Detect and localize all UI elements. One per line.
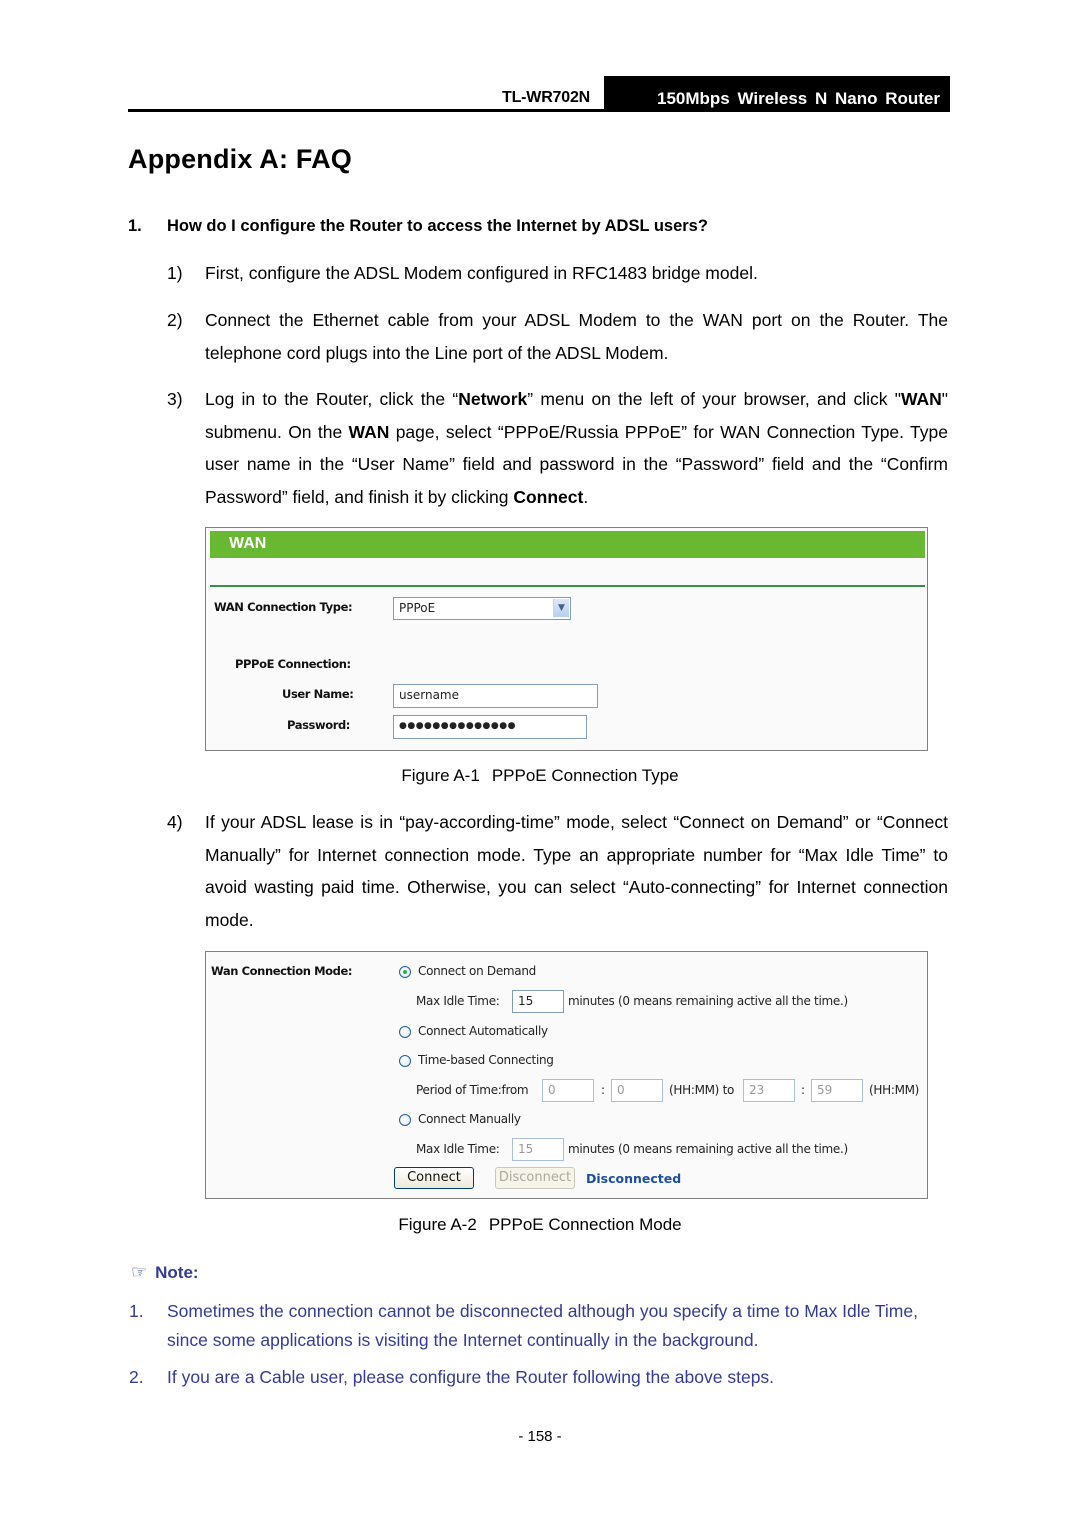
figure-wan-connection-type: WAN WAN Connection Type: PPPoE ▼ PPPoE C…	[205, 527, 928, 751]
page-title: Appendix A: FAQ	[128, 144, 352, 174]
step-text: Log in to the Router, click the “Network…	[205, 389, 948, 507]
network-menu-ref: Network	[458, 389, 528, 409]
max-idle-input-manual[interactable]: 15	[512, 1138, 564, 1161]
faq-question: 1. How do I configure the Router to acces…	[128, 217, 708, 236]
model-name: TL-WR702N	[502, 89, 590, 106]
caption-text: PPPoE Connection Type	[491, 766, 679, 785]
pppoe-connection-label: PPPoE Connection:	[235, 657, 351, 671]
radio-connect-manually[interactable]	[399, 1114, 411, 1126]
colon-sep: :	[801, 1083, 805, 1097]
wan-mode-label: Wan Connection Mode:	[211, 964, 353, 978]
step-number: 1)	[167, 263, 183, 283]
radio-connect-automatically[interactable]	[399, 1026, 411, 1038]
note-text: Sometimes the connection cannot be disco…	[167, 1301, 918, 1350]
option-connect-manually: Connect Manually	[418, 1112, 521, 1126]
figure-wan-connection-mode: Wan Connection Mode: Connect on Demand M…	[205, 951, 928, 1199]
wan-divider	[210, 585, 925, 587]
step-number: 4)	[167, 812, 183, 832]
max-idle-input-demand[interactable]: 15	[512, 990, 564, 1013]
wan-type-select[interactable]: PPPoE ▼	[393, 597, 571, 620]
step-text: First, configure the ADSL Modem configur…	[205, 263, 758, 283]
wan-type-label: WAN Connection Type:	[214, 600, 353, 614]
password-label: Password:	[287, 718, 350, 732]
wan-title-bar: WAN	[210, 531, 925, 558]
wan-submenu-ref: WAN	[900, 389, 942, 409]
step-3: 3) Log in to the Router, click the “Netw…	[167, 383, 948, 513]
caption-text: PPPoE Connection Mode	[488, 1215, 682, 1234]
header-rule	[128, 109, 950, 112]
note-label: Note:	[155, 1263, 199, 1282]
from-mm-input[interactable]: 0	[611, 1079, 663, 1102]
option-connect-automatically: Connect Automatically	[418, 1024, 548, 1038]
wan-title: WAN	[229, 535, 267, 552]
to-mm-input[interactable]: 59	[811, 1079, 863, 1102]
step-text: Connect the Ethernet cable from your ADS…	[205, 310, 948, 363]
figure-1-caption: Figure A-1 PPPoE Connection Type	[0, 766, 1080, 786]
minutes-hint-manual: minutes (0 means remaining active all th…	[568, 1142, 848, 1156]
step-4: 4) If your ADSL lease is in “pay-accordi…	[167, 806, 948, 936]
note-text: If you are a Cable user, please configur…	[167, 1367, 775, 1387]
note-number: 1.	[129, 1301, 144, 1321]
question-text: How do I configure the Router to access …	[167, 217, 708, 235]
wan-type-value: PPPoE	[399, 601, 436, 615]
connection-status: Disconnected	[586, 1171, 682, 1186]
hhmm-label: (HH:MM)	[869, 1083, 920, 1097]
question-number: 1.	[128, 217, 142, 235]
product-name: 150Mbps Wireless N Nano Router	[604, 76, 950, 112]
note-number: 2.	[129, 1367, 144, 1387]
password-input[interactable]: ●●●●●●●●●●●●●●	[393, 715, 587, 739]
step-text: If your ADSL lease is in “pay-according-…	[205, 812, 948, 930]
username-label: User Name:	[282, 687, 354, 701]
page-header: TL-WR702N 150Mbps Wireless N Nano Router	[128, 76, 950, 112]
from-hh-input[interactable]: 0	[542, 1079, 594, 1102]
colon-sep: :	[601, 1083, 605, 1097]
note-item-2: 2. If you are a Cable user, please confi…	[129, 1363, 948, 1392]
connect-ref: Connect	[513, 486, 584, 507]
chevron-down-icon[interactable]: ▼	[553, 599, 569, 617]
caption-number: Figure A-1	[401, 766, 480, 785]
max-idle-label-manual: Max Idle Time:	[416, 1142, 500, 1156]
minutes-hint-demand: minutes (0 means remaining active all th…	[568, 994, 848, 1008]
note-item-1: 1. Sometimes the connection cannot be di…	[129, 1297, 948, 1354]
step-number: 2)	[167, 310, 183, 330]
hhmm-to-label: (HH:MM) to	[669, 1083, 735, 1097]
radio-time-based[interactable]	[399, 1055, 411, 1067]
option-time-based: Time-based Connecting	[418, 1053, 554, 1067]
note-heading: ☞ Note:	[131, 1262, 199, 1283]
figure-2-caption: Figure A-2 PPPoE Connection Mode	[0, 1215, 1080, 1235]
radio-connect-on-demand[interactable]	[399, 966, 411, 978]
option-connect-on-demand: Connect on Demand	[418, 964, 536, 978]
username-input[interactable]: username	[393, 684, 598, 708]
step-2: 2) Connect the Ethernet cable from your …	[167, 304, 948, 369]
caption-number: Figure A-2	[398, 1215, 477, 1234]
step-1: 1) First, configure the ADSL Modem confi…	[167, 257, 948, 290]
disconnect-button[interactable]: Disconnect	[495, 1167, 575, 1189]
connect-button[interactable]: Connect	[394, 1167, 474, 1189]
period-label: Period of Time:from	[416, 1083, 529, 1097]
step-number: 3)	[167, 389, 183, 409]
page-number: - 158 -	[518, 1428, 562, 1445]
wan-page-ref: WAN	[348, 421, 390, 442]
to-hh-input[interactable]: 23	[743, 1079, 795, 1102]
pointing-hand-icon: ☞	[131, 1262, 148, 1282]
max-idle-label-demand: Max Idle Time:	[416, 994, 500, 1008]
